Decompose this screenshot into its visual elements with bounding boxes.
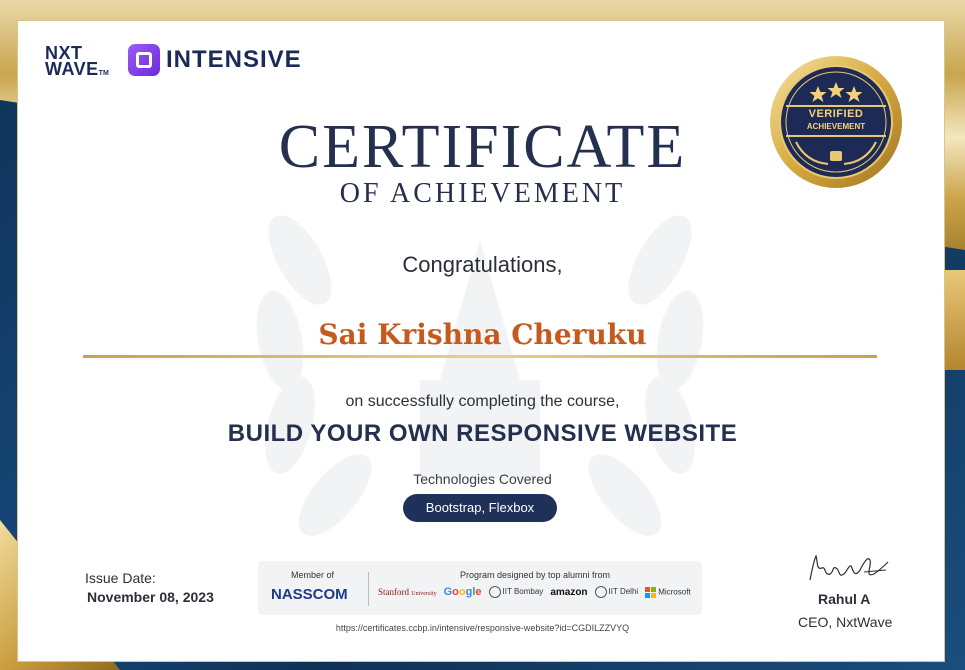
intensive-logo: INTENSIVE <box>128 44 302 76</box>
stanford-logo: Stanford University <box>378 587 437 597</box>
signatory-title: CEO, NxtWave <box>798 614 893 630</box>
technologies-label: Technologies Covered <box>413 471 552 487</box>
partners-strip: Member of NASSCOM Program designed by to… <box>258 561 702 615</box>
iit-delhi-emblem-icon <box>594 586 607 598</box>
certificate-subtitle: OF ACHIEVEMENT <box>339 178 626 209</box>
completion-text: on successfully completing the course, <box>345 393 620 410</box>
microsoft-grid-icon <box>645 586 657 598</box>
intensive-logo-icon <box>128 44 160 76</box>
member-of-label: Member of <box>291 570 335 580</box>
program-designed-label: Program designed by top alumni from <box>459 570 611 580</box>
signatory-name: Rahul A <box>818 591 871 607</box>
amazon-logo: amazon <box>550 586 588 598</box>
iit-bombay-logo: IIT Bombay <box>488 586 543 598</box>
course-name: BUILD YOUR OWN RESPONSIVE WEBSITE <box>227 420 738 447</box>
iit-delhi-logo: IIT Delhi <box>594 586 638 598</box>
recipient-name: Sai Krishna Cheruku <box>318 318 647 351</box>
iit-bombay-emblem-icon <box>488 586 501 598</box>
google-logo: Google <box>443 586 482 598</box>
technologies-badge: Bootstrap, Flexbox <box>403 494 557 522</box>
greeting-text: Congratulations, <box>402 252 563 277</box>
signature <box>809 554 889 581</box>
nxtwave-logo: NXT WAVETM <box>45 44 109 82</box>
nxtwave-logo-line2: WAVETM <box>45 59 109 79</box>
certificate-title: CERTIFICATE <box>278 113 687 181</box>
issue-date-label: Issue Date: <box>85 570 156 586</box>
intensive-logo-text: INTENSIVE <box>166 46 302 73</box>
name-underline-divider <box>83 355 877 358</box>
issue-date-value: November 08, 2023 <box>87 589 214 605</box>
nasscom-logo: NASSCOM <box>271 586 348 603</box>
microsoft-logo: Microsoft <box>645 586 691 598</box>
institution-logos: Stanford University Google IIT Bombay am… <box>378 586 698 598</box>
